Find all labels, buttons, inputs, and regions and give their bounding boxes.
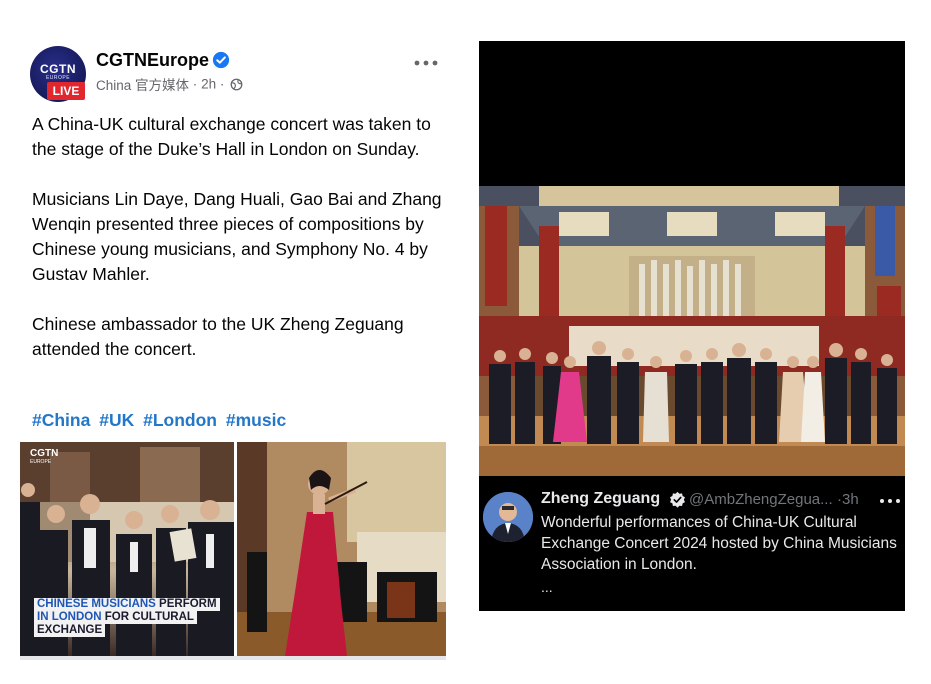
- page-name[interactable]: CGTNEurope: [96, 50, 209, 71]
- news-caption: CHINESE MUSICIANS PERFORM IN LONDON FOR …: [34, 598, 220, 637]
- globe-icon: [230, 78, 243, 90]
- more-options-icon[interactable]: [879, 498, 901, 504]
- media-divider: [20, 656, 446, 660]
- x-avatar[interactable]: [483, 492, 533, 542]
- person-portrait-icon: [483, 492, 533, 542]
- x-post-time: 3h: [842, 491, 859, 508]
- more-options-icon[interactable]: [412, 56, 440, 70]
- avatar-logo-sub: EUROPE: [45, 75, 71, 81]
- violinist-photo[interactable]: [237, 442, 446, 656]
- x-author-name[interactable]: Zheng Zeguang: [541, 490, 660, 508]
- verified-badge-icon: [670, 491, 685, 508]
- post-text: A China-UK cultural exchange concert was…: [32, 112, 442, 387]
- caption-line: IN LONDON FOR CULTURAL: [34, 611, 197, 624]
- x-timestamp[interactable]: ·3h: [837, 491, 859, 508]
- caption-line: CHINESE MUSICIANS PERFORM: [34, 598, 220, 611]
- avatar[interactable]: CGTN EUROPE LIVE: [30, 46, 86, 102]
- meta-separator: ·: [219, 76, 225, 92]
- x-handle[interactable]: @AmbZhengZegua...: [689, 491, 833, 508]
- live-badge: LIVE: [47, 82, 85, 100]
- verified-badge-icon: [212, 51, 230, 69]
- concert-hall-photo[interactable]: [479, 186, 905, 476]
- hashtag-link[interactable]: #London: [143, 410, 217, 430]
- post-paragraph: Chinese ambassador to the UK Zheng Zegua…: [32, 314, 404, 359]
- cgtn-watermark-sub: EUROPE: [30, 459, 52, 465]
- x-post-text: Wonderful performances of China-UK Cultu…: [541, 514, 897, 573]
- post-header: CGTN EUROPE LIVE CGTNEurope China 官方媒体 ·…: [30, 46, 440, 102]
- concert-hall-image: [479, 186, 905, 476]
- violinist-image: [237, 442, 446, 656]
- hashtag-link[interactable]: #China: [32, 410, 90, 430]
- media-grid: CGTN EUROPE CHINESE MUSICIANS PERFORM IN…: [20, 442, 446, 660]
- caption-line: EXCHANGE: [34, 624, 106, 637]
- post-time[interactable]: 2h: [201, 77, 216, 92]
- page-category: China 官方媒体: [96, 78, 190, 93]
- post-paragraph: Musicians Lin Daye, Dang Huali, Gao Bai …: [32, 189, 442, 284]
- x-truncation: ...: [541, 579, 553, 595]
- cgtn-watermark-logo: CGTN: [30, 448, 59, 459]
- avatar-logo-text: CGTN: [40, 62, 76, 76]
- post-meta: China 官方媒体 · 2h ·: [96, 74, 243, 94]
- facebook-post: CGTN EUROPE LIVE CGTNEurope China 官方媒体 ·…: [0, 0, 462, 684]
- hashtag-link[interactable]: #UK: [99, 410, 134, 430]
- hashtag-list: #China #UK #London #music: [32, 410, 290, 431]
- meta-separator: ·: [192, 76, 198, 92]
- x-post-card: Zheng Zeguang @AmbZhengZegua... ·3h Wond…: [479, 41, 905, 611]
- post-paragraph: A China-UK cultural exchange concert was…: [32, 114, 431, 159]
- news-video-still[interactable]: CGTN EUROPE CHINESE MUSICIANS PERFORM IN…: [20, 442, 234, 656]
- hashtag-link[interactable]: #music: [226, 410, 286, 430]
